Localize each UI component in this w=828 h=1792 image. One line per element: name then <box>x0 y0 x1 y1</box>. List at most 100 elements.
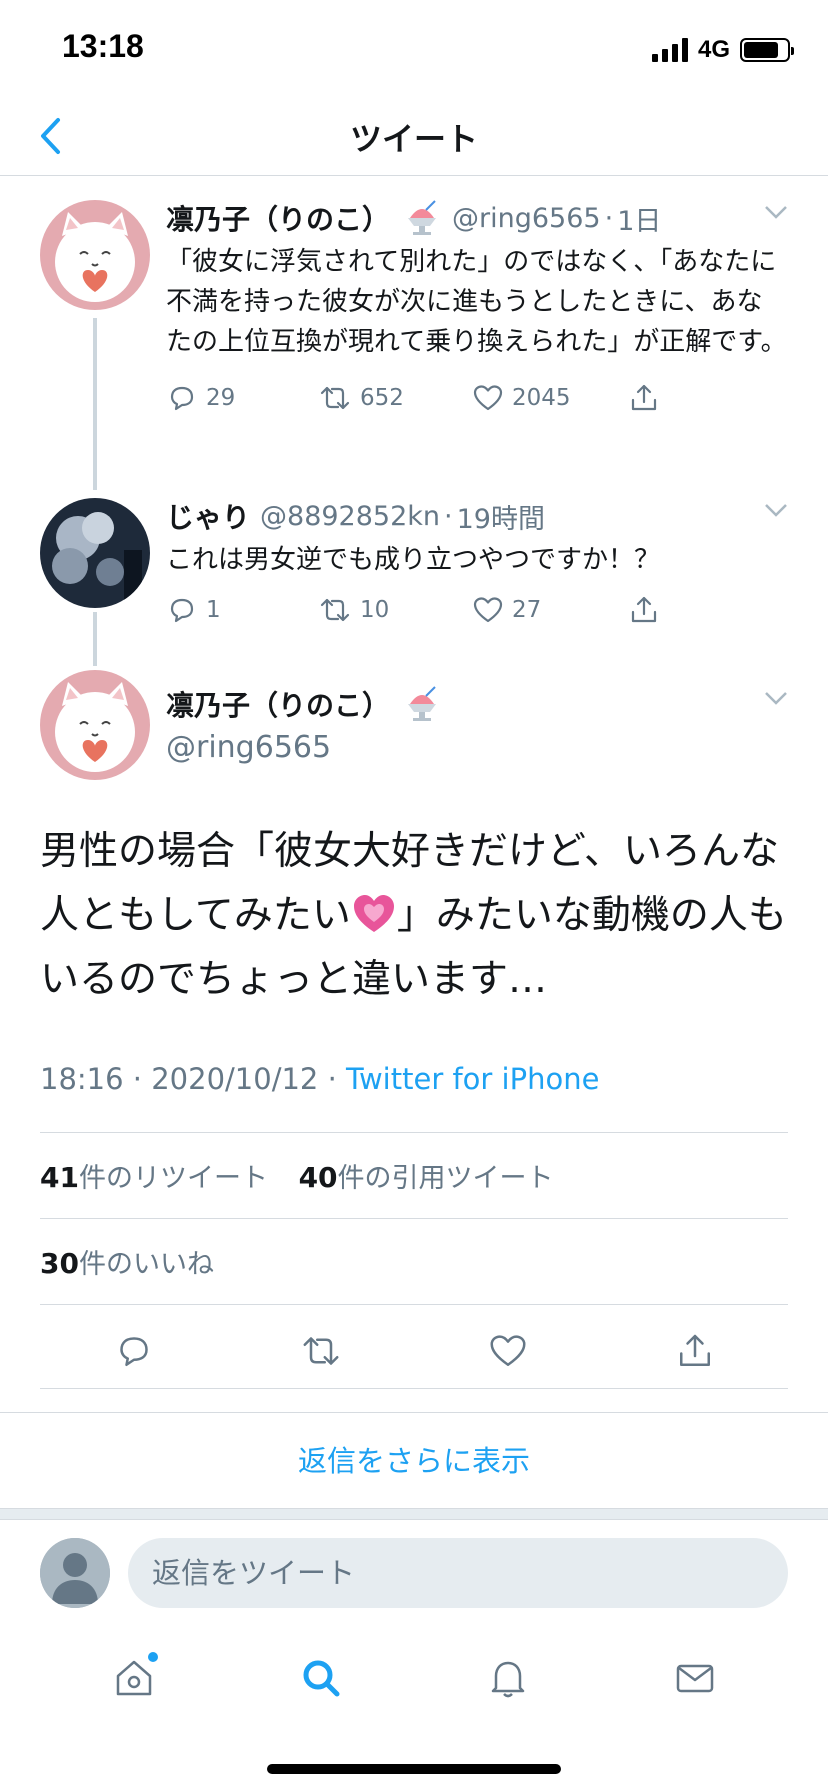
notification-dot <box>147 1652 158 1662</box>
tweet-header: 凛乃子（りのこ） @ring6565 · 1日 <box>166 196 788 240</box>
caret-down-button[interactable] <box>764 690 788 709</box>
like-count: 2045 <box>512 385 571 411</box>
heart-icon <box>490 1335 525 1366</box>
tweet-actions: 29 652 2045 <box>166 376 788 420</box>
tweet-time: 19時間 <box>456 503 545 535</box>
retweet-count: 10 <box>360 597 390 623</box>
heart-icon <box>473 385 503 411</box>
tweet-meta: 18:16 · 2020/10/12 · Twitter for iPhone <box>40 1062 599 1096</box>
reply-icon <box>170 386 194 411</box>
share-icon <box>679 1334 710 1366</box>
tweet-date: 2020/10/12 <box>151 1062 319 1096</box>
reply-button[interactable] <box>104 1321 164 1381</box>
tweet-text: これは男女逆でも成り立つやつですか！？ <box>166 545 661 575</box>
share-button[interactable] <box>665 1321 725 1381</box>
retweet-stats-row: 41件のリツイート 40件の引用ツイート <box>40 1156 576 1195</box>
tweet-body: 凛乃子（りのこ） @ring6565 · 1日 「彼女に浮気されて別れた」のでは… <box>166 196 788 420</box>
shaved-ice-emoji-icon <box>402 684 442 724</box>
mail-icon <box>676 1664 713 1693</box>
display-name[interactable]: じゃり <box>166 496 250 536</box>
show-more-replies-button[interactable]: 返信をさらに表示 <box>0 1412 828 1508</box>
retweet-count: 41 <box>40 1161 79 1194</box>
tweet-header: じゃり @8892852kn · 19時間 <box>166 494 788 538</box>
display-name[interactable]: 凛乃子（りのこ） <box>166 684 390 724</box>
reply-button[interactable]: 1 <box>166 594 326 626</box>
share-button[interactable] <box>628 382 788 414</box>
retweet-icon <box>320 598 350 622</box>
handle[interactable]: @ring6565 <box>166 730 788 765</box>
caret-down-button[interactable] <box>764 204 788 223</box>
share-button[interactable] <box>628 594 788 626</box>
cat-avatar-icon <box>40 670 150 780</box>
like-button[interactable]: 2045 <box>472 382 632 414</box>
tab-messages[interactable] <box>655 1638 735 1718</box>
likes-stat[interactable]: 30件のいいね <box>40 1247 214 1280</box>
tab-home[interactable] <box>94 1638 174 1718</box>
reply-input[interactable]: 返信をツイート <box>128 1538 788 1608</box>
tweet-actions: 1 10 27 <box>166 588 788 632</box>
page-title: ツイート <box>349 120 478 158</box>
retweet-button[interactable] <box>291 1321 351 1381</box>
main-tweet-actions <box>40 1318 788 1384</box>
like-stats-row: 30件のいいね <box>40 1242 236 1281</box>
chevron-down-icon <box>765 692 787 705</box>
thread-tweet[interactable]: じゃり @8892852kn · 19時間 これは男女逆でも成り立つやつですか！… <box>0 494 828 644</box>
avatar[interactable] <box>40 498 150 608</box>
divider <box>40 1132 788 1133</box>
home-icon <box>116 1660 151 1696</box>
avatar[interactable] <box>40 670 150 780</box>
nav-header: ツイート <box>0 96 828 176</box>
tab-bar <box>0 1628 828 1728</box>
like-button[interactable] <box>478 1321 538 1381</box>
like-stat-label: 件のいいね <box>78 1249 214 1280</box>
handle[interactable]: @8892852kn <box>260 501 440 532</box>
tab-search[interactable] <box>281 1638 361 1718</box>
handle[interactable]: @ring6565 <box>452 203 601 234</box>
reply-count: 1 <box>206 597 221 623</box>
battery-icon <box>740 38 794 62</box>
tweet-timestamp: 18:16 <box>40 1062 124 1096</box>
tweet-source-link[interactable]: Twitter for iPhone <box>346 1062 599 1096</box>
status-time: 13:18 <box>62 28 144 64</box>
retweet-count: 652 <box>360 385 404 411</box>
retweet-button[interactable]: 10 <box>318 594 478 626</box>
network-type: 4G <box>697 36 730 63</box>
retweet-button[interactable]: 652 <box>318 382 478 414</box>
like-button[interactable]: 27 <box>472 594 632 626</box>
quote-count: 40 <box>298 1161 338 1194</box>
retweet-stat-label: 件のリツイート <box>78 1163 268 1194</box>
avatar[interactable] <box>40 200 150 310</box>
dot-separator: · <box>444 500 453 532</box>
retweets-stat[interactable]: 41件のリツイート <box>40 1161 268 1194</box>
display-name[interactable]: 凛乃子（りのこ） <box>166 198 390 238</box>
thread-tweet[interactable]: 凛乃子（りのこ） @ring6565 · 1日 「彼女に浮気されて別れた」のでは… <box>0 196 828 466</box>
share-icon <box>631 596 657 623</box>
chevron-down-icon <box>765 504 787 517</box>
tweet-body: じゃり @8892852kn · 19時間 これは男女逆でも成り立つやつですか！… <box>166 494 788 632</box>
like-count: 30 <box>40 1247 79 1280</box>
reply-icon <box>170 598 194 623</box>
like-count: 27 <box>512 597 542 623</box>
caret-down-button[interactable] <box>764 502 788 521</box>
shaved-ice-emoji-icon <box>402 198 442 238</box>
main-tweet-text: 男性の場合「彼女大好きだけど、いろんな人ともしてみたい 」みたいな動機の人もいるの… <box>40 820 800 1012</box>
reply-button[interactable]: 29 <box>166 382 326 414</box>
retweet-icon <box>320 386 350 410</box>
quotes-stat[interactable]: 40件の引用ツイート <box>298 1161 554 1194</box>
growing-heart-emoji-icon <box>353 895 394 932</box>
share-icon <box>631 384 657 411</box>
retweet-icon <box>303 1337 338 1365</box>
home-indicator <box>267 1764 561 1774</box>
tweet-text: 「彼女に浮気されて別れた」のではなく、「あなたに不満を持った彼女が次に進もうとし… <box>166 247 787 357</box>
section-separator <box>0 1508 828 1520</box>
bell-icon <box>491 1661 524 1698</box>
tab-notifications[interactable] <box>468 1638 548 1718</box>
status-bar: 13:18 4G <box>0 0 828 96</box>
user-avatar[interactable] <box>40 1538 110 1608</box>
main-tweet-author: 凛乃子（りのこ） @ring6565 <box>166 682 788 765</box>
reply-icon <box>119 1337 148 1366</box>
dot-separator: · <box>327 1062 347 1096</box>
tweet-time: 1日 <box>617 205 662 237</box>
quote-stat-label: 件の引用ツイート <box>337 1163 554 1194</box>
sky-avatar-icon <box>40 498 150 608</box>
